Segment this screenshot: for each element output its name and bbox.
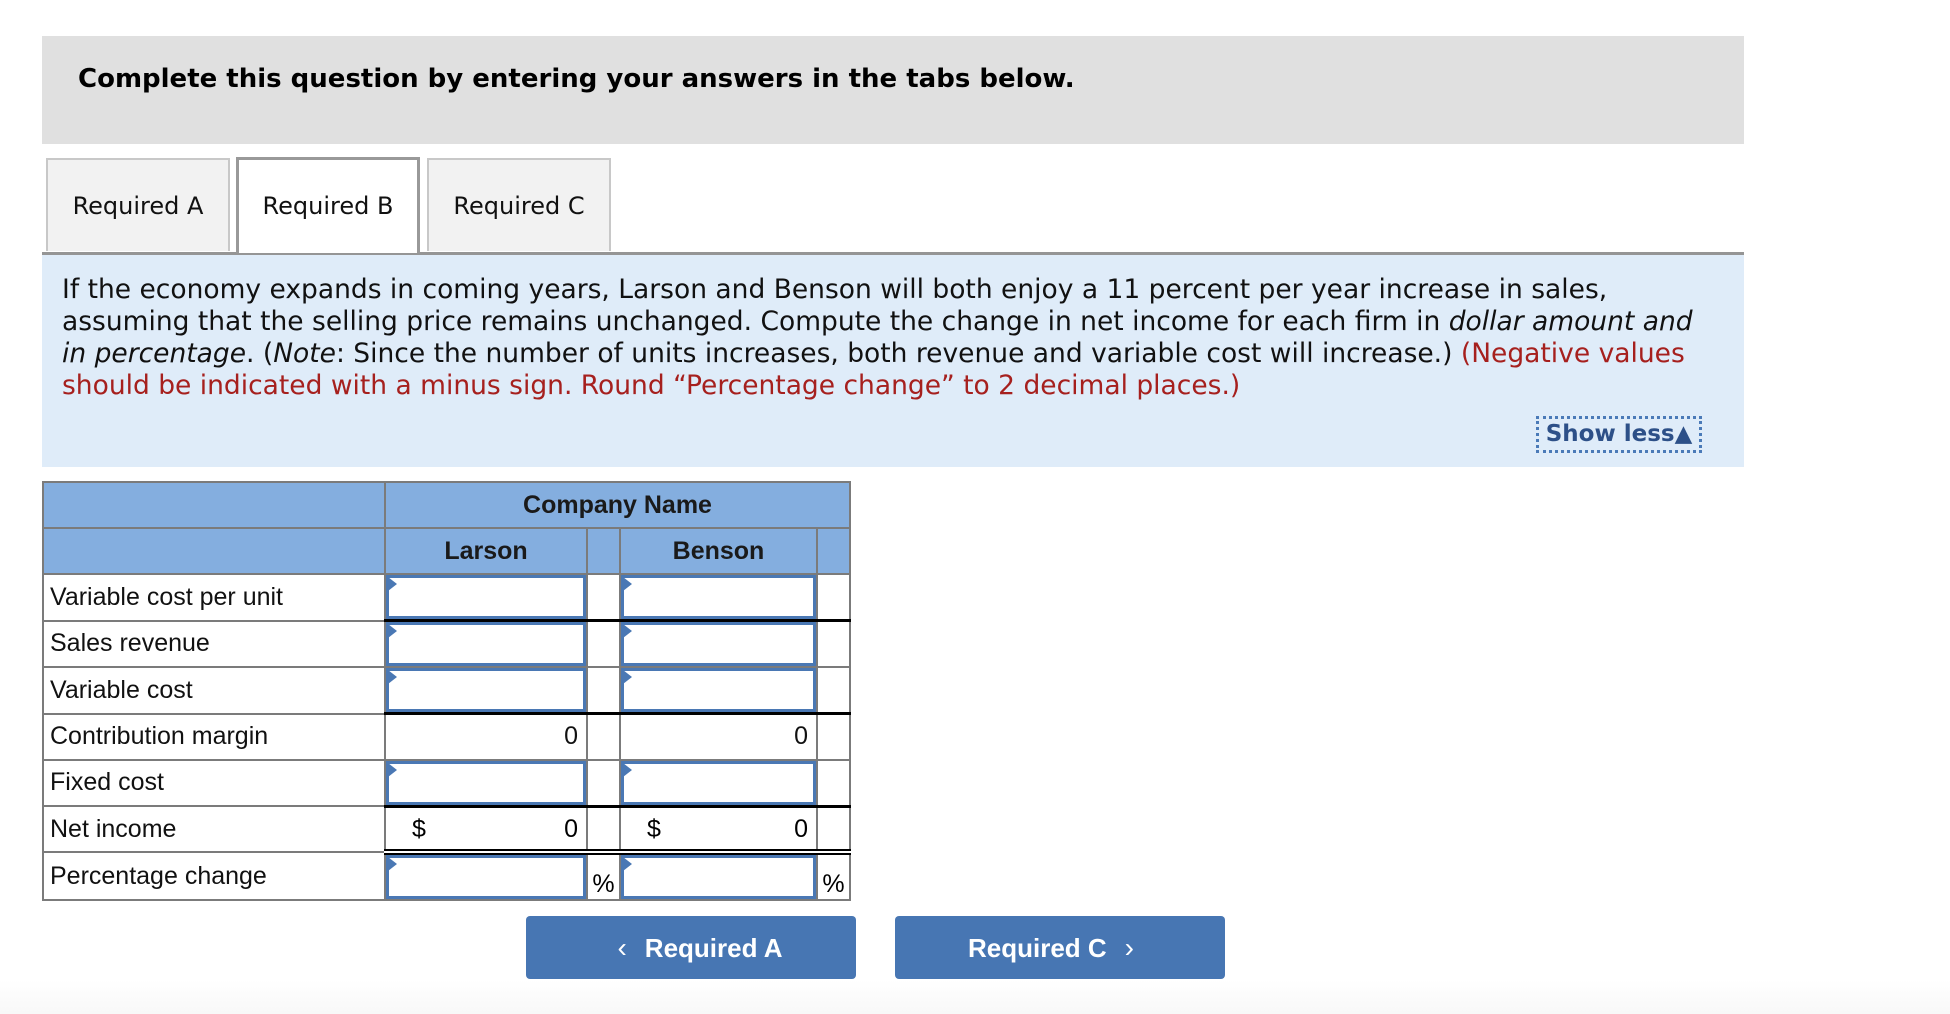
larson-header: Larson: [384, 527, 588, 575]
table-row: Variable cost per unit: [42, 573, 851, 622]
benson-fixed-cost-input[interactable]: [621, 760, 816, 805]
show-less-label: Show less: [1545, 421, 1675, 447]
dollar-sign: $: [647, 814, 661, 843]
question-text-part: : Since the number of units increases, b…: [335, 338, 1461, 369]
larson-cell: [384, 619, 588, 668]
percent-sign: %: [816, 849, 851, 901]
benson-net-income-value: 0: [794, 814, 808, 843]
header-blank: [42, 481, 386, 529]
instructions-banner: Complete this question by entering your …: [42, 36, 1744, 144]
question-text: If the economy expands in coming years, …: [62, 274, 1722, 402]
benson-cell: [619, 849, 818, 901]
question-text-part: . (: [246, 338, 274, 369]
larson-cell: [384, 849, 588, 901]
triangle-up-icon: ▲: [1674, 421, 1693, 447]
larson-cell: [384, 573, 588, 622]
larson-percentage-change-input[interactable]: [386, 855, 586, 899]
larson-fixed-cost-input[interactable]: [386, 760, 586, 805]
prev-required-a-button[interactable]: ‹ Required A: [526, 916, 856, 979]
header-row-group: Company Name: [42, 481, 851, 529]
tab-required-b[interactable]: Required B: [236, 157, 420, 253]
chevron-right-icon: ›: [1124, 932, 1134, 963]
spacer-cell: [586, 573, 621, 622]
spacer-cell: [816, 712, 851, 761]
benson-sales-revenue-input[interactable]: [621, 622, 816, 666]
tab-required-c[interactable]: Required C: [427, 158, 611, 251]
spacer-cell: [586, 666, 621, 715]
next-button-label: Required C: [967, 933, 1107, 963]
instructions-text: Complete this question by entering your …: [78, 64, 1075, 94]
spacer-cell: [586, 712, 621, 761]
row-label: Variable cost: [42, 666, 386, 715]
spacer-cell: [816, 573, 851, 622]
header-blank: [42, 527, 386, 575]
spacer-cell: [816, 619, 851, 668]
company-name-header: Company Name: [384, 481, 851, 529]
question-text-part: If the economy expands in coming years, …: [62, 274, 1608, 337]
benson-cell: [619, 619, 818, 668]
table-row: Sales revenue: [42, 619, 851, 668]
question-panel: If the economy expands in coming years, …: [42, 252, 1744, 467]
note-label: Note: [273, 338, 336, 369]
spacer-cell: [586, 619, 621, 668]
table-row: Contribution margin 0 0: [42, 712, 851, 761]
benson-variable-cost-input[interactable]: [621, 668, 816, 712]
benson-variable-cost-per-unit-input[interactable]: [621, 575, 816, 619]
benson-contribution-margin-value: 0: [619, 712, 818, 761]
benson-percentage-change-input[interactable]: [621, 855, 816, 899]
answer-table: Company Name Larson Benson Variable cost…: [42, 481, 851, 901]
header-spacer: [586, 527, 621, 575]
header-spacer: [816, 527, 851, 575]
table-row: Variable cost: [42, 666, 851, 715]
larson-variable-cost-per-unit-input[interactable]: [386, 575, 586, 619]
row-label: Percentage change: [42, 851, 386, 901]
row-label: Variable cost per unit: [42, 573, 386, 622]
larson-variable-cost-input[interactable]: [386, 668, 586, 712]
row-label: Sales revenue: [42, 619, 386, 668]
larson-cell: [384, 666, 588, 715]
larson-sales-revenue-input[interactable]: [386, 622, 586, 666]
spacer-cell: [816, 758, 851, 807]
larson-contribution-margin-value: 0: [384, 712, 588, 761]
table-row: Net income $0 $0: [42, 804, 851, 853]
chevron-left-icon: ‹: [617, 932, 627, 963]
tab-required-a[interactable]: Required A: [46, 158, 230, 251]
spacer-cell: [816, 804, 851, 853]
spacer-cell: [586, 804, 621, 853]
benson-net-income-cell: $0: [619, 804, 818, 853]
table-row: Fixed cost: [42, 758, 851, 807]
next-required-c-button[interactable]: Required C ›: [895, 916, 1225, 979]
larson-cell: [384, 758, 588, 807]
larson-net-income-value: 0: [564, 814, 578, 843]
spacer-cell: [816, 666, 851, 715]
row-label: Fixed cost: [42, 758, 386, 807]
table-row: Percentage change % %: [42, 849, 851, 901]
show-less-button[interactable]: Show less▲: [1536, 416, 1702, 453]
spacer-cell: [586, 758, 621, 807]
benson-header: Benson: [619, 527, 818, 575]
benson-cell: [619, 573, 818, 622]
row-label: Contribution margin: [42, 712, 386, 761]
benson-cell: [619, 666, 818, 715]
larson-net-income-cell: $0: [384, 804, 588, 853]
percent-sign: %: [586, 849, 621, 901]
benson-cell: [619, 758, 818, 807]
dollar-sign: $: [412, 814, 426, 843]
prev-button-label: Required A: [644, 933, 783, 963]
header-row-columns: Larson Benson: [42, 527, 851, 575]
row-label: Net income: [42, 805, 386, 853]
